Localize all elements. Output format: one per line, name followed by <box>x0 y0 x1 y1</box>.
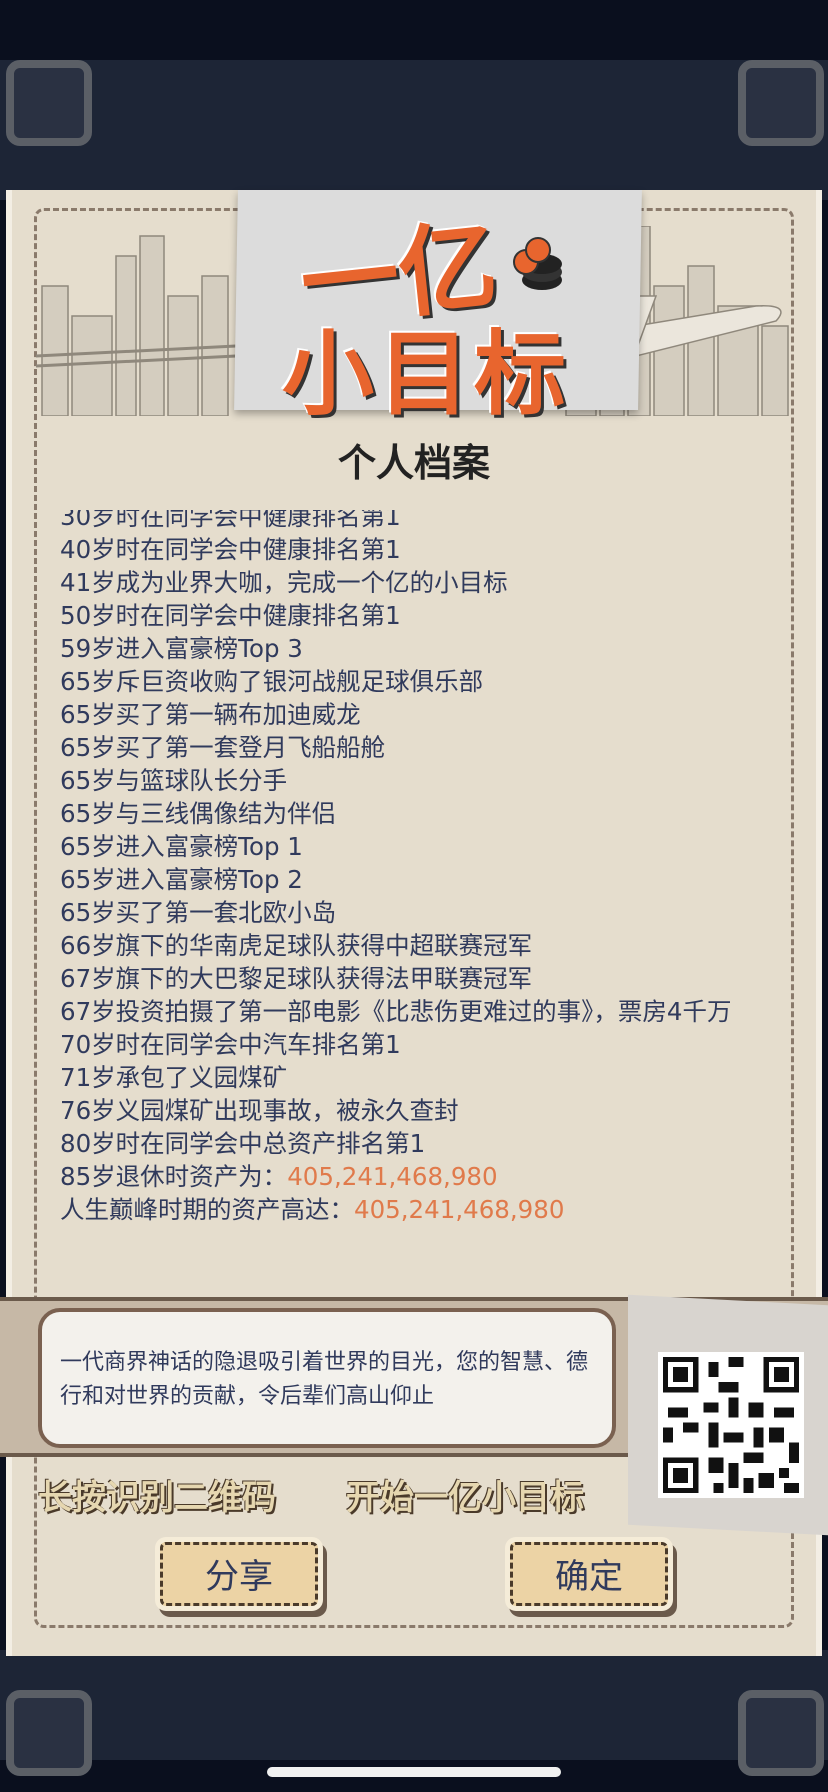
event-item: 40岁时在同学会中健康排名第1 <box>60 535 401 564</box>
event-item: 70岁时在同学会中汽车排名第1 <box>60 1030 401 1059</box>
event-item: 65岁与篮球队长分手 <box>60 766 288 795</box>
corner-top-right <box>738 60 824 146</box>
home-indicator[interactable] <box>267 1767 561 1777</box>
speech-text: 一代商界神话的隐退吸引着世界的目光，您的智慧、德行和对世界的贡献，令后辈们高山仰… <box>60 1350 589 1409</box>
event-item: 65岁进入富豪榜Top 2 <box>60 865 303 894</box>
event-item: 65岁进入富豪榜Top 1 <box>60 832 303 861</box>
share-button[interactable]: 分享 <box>160 1542 318 1606</box>
retire-assets-row-value: 405,241,468,980 <box>287 1162 498 1191</box>
event-item: 67岁旗下的大巴黎足球队获得法甲联赛冠军 <box>60 964 533 993</box>
page-title: 个人档案 <box>337 441 490 485</box>
event-item: 30岁时在同学会中健康排名第1 <box>60 510 401 531</box>
start-caption[interactable]: 开始一亿小目标 <box>346 1470 584 1519</box>
corner-top-left <box>6 60 92 146</box>
event-item: 66岁旗下的华南虎足球队获得中超联赛冠军 <box>60 931 533 960</box>
coin-stack-icon <box>513 237 562 290</box>
event-item: 41岁成为业界大咖，完成一个亿的小目标 <box>60 568 508 597</box>
top-frame <box>0 60 828 200</box>
bottom-frame <box>0 1650 828 1760</box>
event-item: 59岁进入富豪榜Top 3 <box>60 634 303 663</box>
corner-bottom-left <box>6 1690 92 1776</box>
event-item: 67岁投资拍摄了第一部电影《比悲伤更难过的事》，票房4千万 <box>60 997 732 1026</box>
event-item: 65岁与三线偶像结为伴侣 <box>60 799 337 828</box>
peak-assets-row-value: 405,241,468,980 <box>354 1195 565 1224</box>
peak-assets-row-label: 人生巅峰时期的资产高达： <box>60 1195 354 1224</box>
event-item: 65岁斥巨资收购了银河战舰足球俱乐部 <box>60 667 484 696</box>
qr-hint-caption: 长按识别二维码 <box>38 1478 276 1518</box>
peak-assets-row: 人生巅峰时期的资产高达：405,241,468,980 <box>60 1193 770 1226</box>
confirm-button[interactable]: 确定 <box>510 1542 668 1606</box>
logo-title-line2: 小目标 <box>282 321 571 428</box>
corner-bottom-right <box>738 1690 824 1776</box>
retire-assets-row: 85岁退休时资产为：405,241,468,980 <box>60 1160 770 1193</box>
retire-assets-row-label: 85岁退休时资产为： <box>60 1162 288 1191</box>
event-item: 50岁时在同学会中健康排名第1 <box>60 601 401 630</box>
event-item: 65岁买了第一套北欧小岛 <box>60 898 337 927</box>
event-item: 71岁承包了义园煤矿 <box>60 1063 288 1092</box>
event-item: 76岁义园煤矿出现事故，被永久查封 <box>60 1096 459 1125</box>
event-item: 65岁买了第一辆布加迪威龙 <box>60 700 361 729</box>
qr-code-icon[interactable] <box>658 1352 804 1498</box>
event-list[interactable]: 30岁时在同学会中健康排名第1 40岁时在同学会中健康排名第1 41岁成为业界大咖，… <box>60 510 770 1280</box>
event-item: 80岁时在同学会中总资产排名第1 <box>60 1129 426 1158</box>
event-item: 65岁买了第一套登月飞船船舱 <box>60 733 386 762</box>
